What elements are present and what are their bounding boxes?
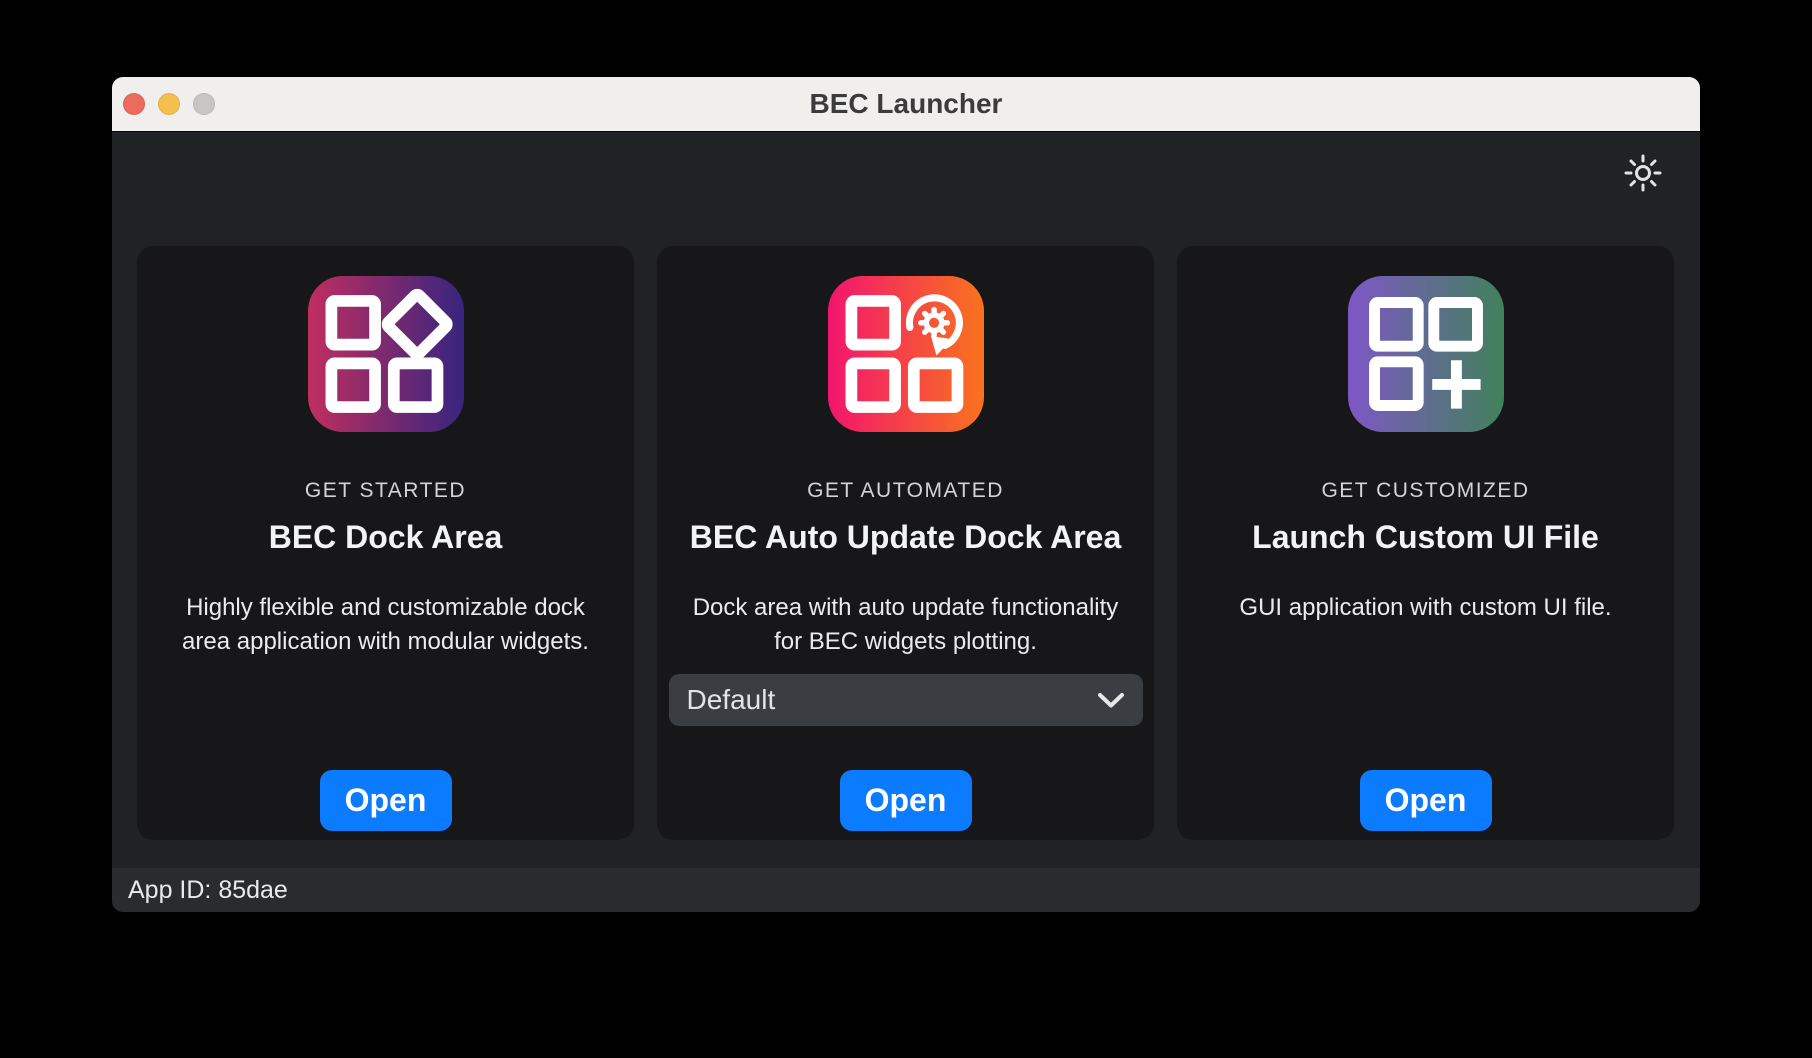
card-title: BEC Auto Update Dock Area [690,519,1121,556]
status-bar: App ID: 85dae [112,868,1700,912]
theme-toggle-button[interactable] [1622,152,1664,194]
card-title: BEC Dock Area [269,519,503,556]
card-description: Highly flexible and customizable dock ar… [163,591,608,659]
open-custom-ui-button[interactable]: Open [1360,770,1492,831]
card-title: Launch Custom UI File [1252,519,1599,556]
card-row: GET STARTED BEC Dock Area Highly flexibl… [112,132,1700,840]
open-auto-update-button[interactable]: Open [840,770,972,831]
close-button[interactable] [123,93,145,115]
open-dock-area-button[interactable]: Open [320,770,452,831]
card-auto-update-dock-area: GET AUTOMATED BEC Auto Update Dock Area … [657,246,1154,840]
window-title: BEC Launcher [810,88,1003,120]
card-launch-custom-ui: GET CUSTOMIZED Launch Custom UI File GUI… [1177,246,1674,840]
bec-launcher-window: BEC Launcher [112,77,1700,912]
zoom-button[interactable] [193,93,215,115]
card-eyebrow: GET CUSTOMIZED [1321,479,1529,503]
auto-update-config-dropdown[interactable]: Default [669,674,1143,726]
card-bec-dock-area: GET STARTED BEC Dock Area Highly flexibl… [137,246,634,840]
card-eyebrow: GET AUTOMATED [807,479,1004,503]
traffic-lights [123,77,215,131]
sun-icon [1622,152,1664,194]
main-content: GET STARTED BEC Dock Area Highly flexibl… [112,132,1700,868]
card-eyebrow: GET STARTED [305,479,466,503]
grid-autoupdate-gear-icon [828,276,984,432]
card-description: Dock area with auto update functionality… [683,591,1128,659]
title-bar: BEC Launcher [112,77,1700,132]
dropdown-selected-value: Default [687,684,776,716]
app-id-label: App ID: 85dae [128,876,288,905]
chevron-down-icon [1097,692,1125,709]
grid-diamond-icon [308,276,464,432]
grid-plus-icon [1348,276,1504,432]
card-description: GUI application with custom UI file. [1239,591,1611,625]
minimize-button[interactable] [158,93,180,115]
